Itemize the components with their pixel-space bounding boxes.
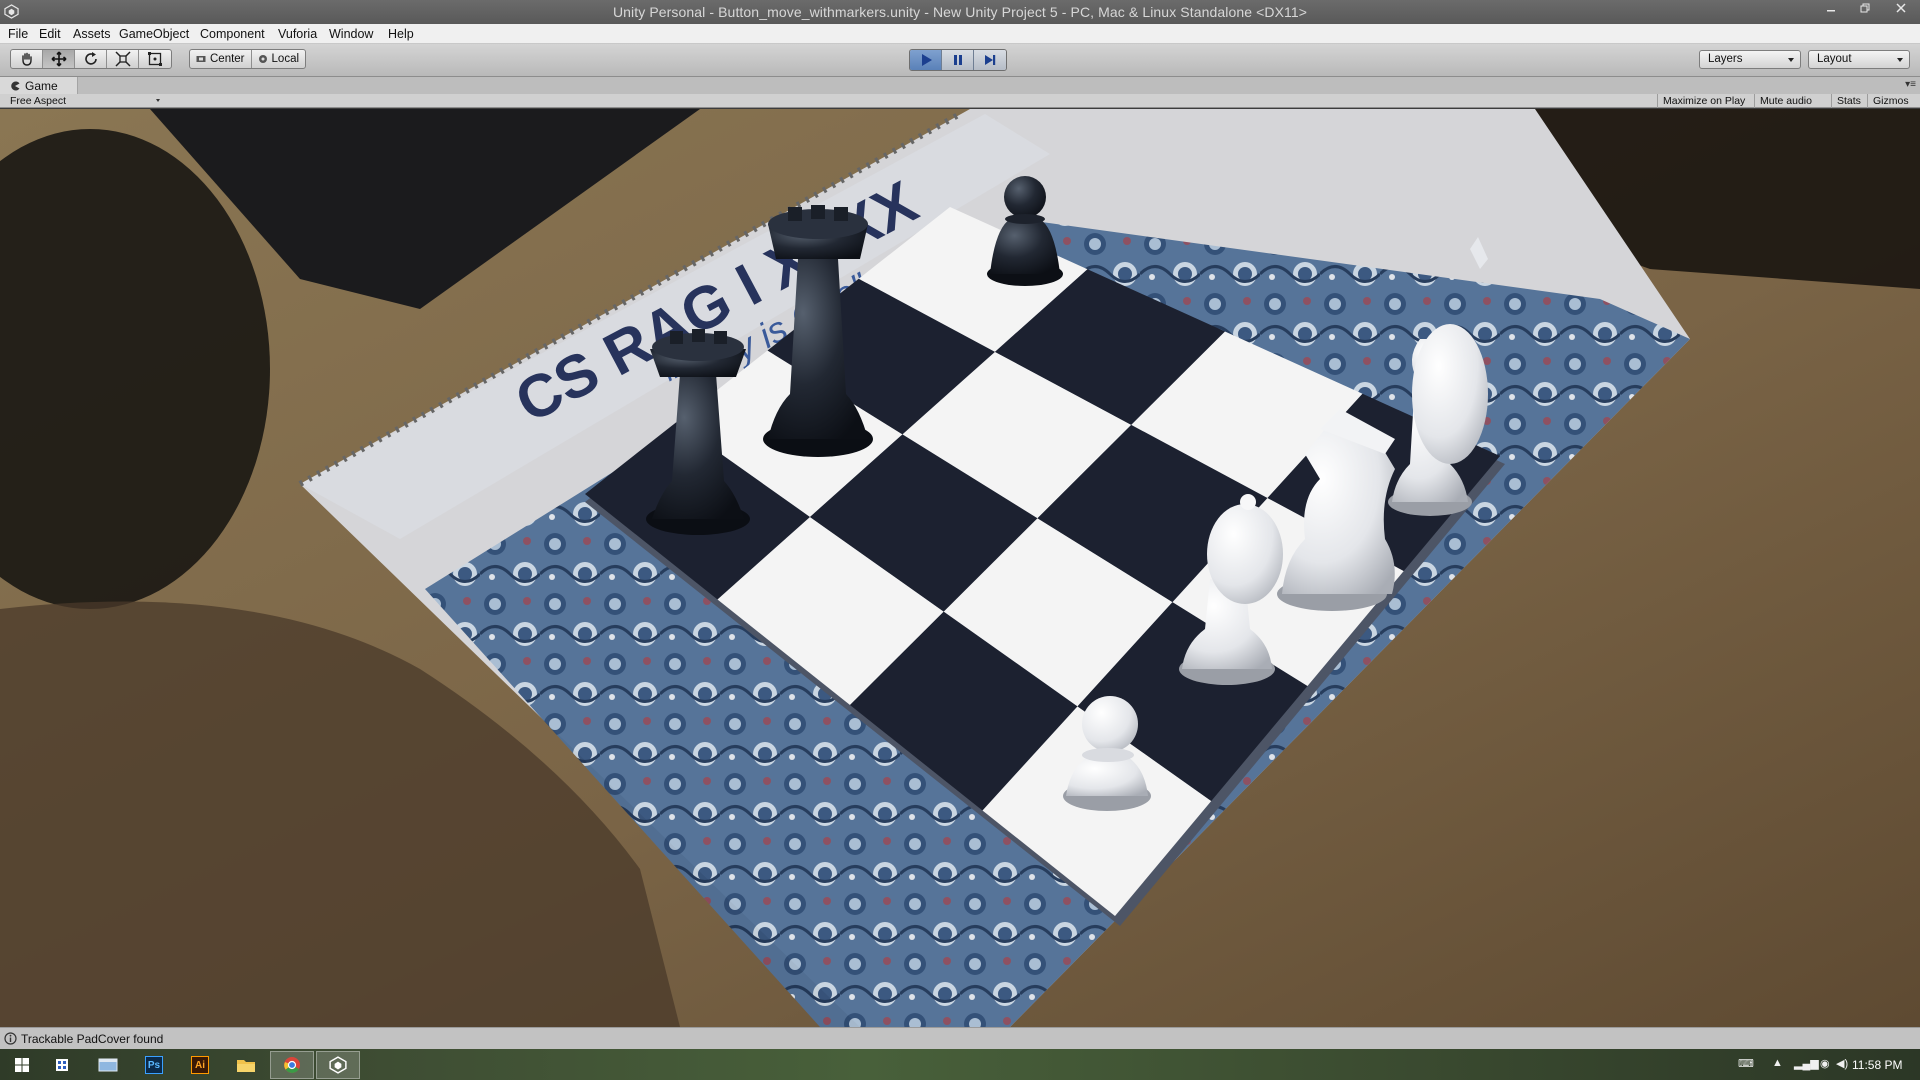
restore-button[interactable] <box>1848 0 1882 22</box>
pivot-center-button[interactable]: Center <box>190 50 252 68</box>
restore-icon <box>1860 3 1870 13</box>
taskbar-explorer-window[interactable] <box>86 1051 130 1079</box>
menu-help[interactable]: Help <box>388 27 414 41</box>
layout-dropdown[interactable]: Layout <box>1808 50 1910 69</box>
start-button[interactable] <box>0 1051 44 1079</box>
pivot-center-icon <box>196 56 206 62</box>
keyboard-icon[interactable]: ⌨ <box>1738 1057 1754 1070</box>
start-icon <box>15 1058 29 1072</box>
pivot-toggle-group: Center Local <box>189 49 307 69</box>
file-explorer-icon <box>237 1060 255 1072</box>
maximize-on-play-toggle[interactable]: Maximize on Play <box>1657 94 1750 108</box>
play-icon <box>921 54 932 66</box>
unity-icon <box>329 1056 347 1074</box>
panel-menu-icon[interactable]: ▾≡ <box>1905 79 1916 90</box>
windows-taskbar: Ps Ai ⌨ ▲ ▂▄▆ ◉ ◀) 11:58 PM <box>0 1049 1920 1080</box>
gizmos-label: Gizmos <box>1873 95 1909 107</box>
layers-dropdown[interactable]: Layers <box>1699 50 1801 69</box>
game-pacman-icon <box>11 81 20 90</box>
console-message[interactable]: Trackable PadCover found <box>21 1032 163 1046</box>
transform-tools <box>10 49 172 69</box>
store-icon <box>56 1059 68 1071</box>
status-bar: Trackable PadCover found <box>0 1027 1920 1049</box>
taskbar-clock[interactable]: 11:58 PM <box>1852 1058 1902 1072</box>
step-icon <box>985 55 996 65</box>
pause-button[interactable] <box>942 50 974 70</box>
chevron-down-icon <box>1897 58 1903 62</box>
title-bar: Unity Personal - Button_move_withmarkers… <box>0 0 1920 24</box>
tab-game[interactable]: Game <box>0 77 78 94</box>
photoshop-label: Ps <box>147 1059 161 1071</box>
aspect-label: Free Aspect <box>10 95 67 107</box>
gizmos-dropdown[interactable]: Gizmos ▾ <box>1867 94 1920 118</box>
taskbar-store[interactable] <box>40 1051 84 1079</box>
illustrator-label: Ai <box>195 1059 205 1071</box>
menu-file[interactable]: File <box>8 27 28 41</box>
step-button[interactable] <box>974 50 1006 70</box>
aspect-dropdown[interactable]: Free Aspect <box>10 95 165 107</box>
steam-icon[interactable]: ◉ <box>1820 1057 1830 1070</box>
stats-toggle[interactable]: Stats <box>1831 94 1866 108</box>
close-icon <box>1896 3 1906 13</box>
rect-tool-icon <box>148 52 162 66</box>
mute-audio-toggle[interactable]: Mute audio <box>1754 94 1817 108</box>
tab-game-label: Game <box>25 78 58 93</box>
local-rotation-icon <box>258 55 267 63</box>
menu-vuforia[interactable]: Vuforia <box>278 27 317 41</box>
game-view[interactable]: CS RAG I XXXX "Unity is One" <box>0 109 1920 1027</box>
pivot-rotation-button[interactable]: Local <box>252 50 305 68</box>
hand-tool-icon <box>21 52 32 66</box>
pivot-center-label: Center <box>210 53 245 65</box>
photoshop-icon: Ps <box>145 1056 163 1074</box>
menu-window[interactable]: Window <box>329 27 373 41</box>
volume-icon[interactable]: ◀) <box>1836 1057 1848 1070</box>
menu-edit[interactable]: Edit <box>39 27 61 41</box>
network-icon[interactable]: ▂▄▆ <box>1794 1057 1819 1070</box>
show-hidden-icons-icon[interactable]: ▲ <box>1772 1057 1783 1069</box>
chevron-down-icon <box>1788 58 1794 62</box>
taskbar-unity[interactable] <box>316 1051 360 1079</box>
window-title: Unity Personal - Button_move_withmarkers… <box>612 4 1308 20</box>
layers-label: Layers <box>1708 53 1743 65</box>
ar-camera-scene: CS RAG I XXXX "Unity is One" <box>0 109 1920 1027</box>
chevron-down-icon <box>156 99 160 102</box>
move-tool-button[interactable] <box>43 50 75 68</box>
scale-tool-button[interactable] <box>107 50 139 68</box>
pivot-rotation-label: Local <box>271 53 300 65</box>
game-tab-bar: Game ▾≡ <box>0 77 1920 94</box>
layout-label: Layout <box>1817 53 1852 65</box>
play-button[interactable] <box>910 50 942 70</box>
hand-tool-button[interactable] <box>11 50 43 68</box>
menu-bar: File Edit Assets GameObject Component Vu… <box>0 24 1920 44</box>
menu-component[interactable]: Component <box>200 27 265 41</box>
scale-tool-icon <box>114 51 131 67</box>
pause-icon <box>953 55 962 65</box>
rect-tool-button[interactable] <box>139 50 171 68</box>
minimize-icon <box>1827 10 1835 12</box>
game-options-bar: Free Aspect Maximize on Play Mute audio … <box>0 94 1920 118</box>
menu-assets[interactable]: Assets <box>73 27 111 41</box>
info-icon <box>4 1032 17 1045</box>
menu-gameobject[interactable]: GameObject <box>119 27 189 41</box>
rotate-tool-button[interactable] <box>75 50 107 68</box>
taskbar-chrome[interactable] <box>270 1051 314 1079</box>
taskbar-file-explorer[interactable] <box>224 1051 268 1079</box>
taskbar-illustrator[interactable]: Ai <box>178 1051 222 1079</box>
move-tool-icon <box>51 51 66 67</box>
explorer-window-icon <box>98 1058 118 1072</box>
illustrator-icon: Ai <box>191 1056 209 1074</box>
main-toolbar: Center Local Layers Layout <box>0 44 1920 77</box>
close-button[interactable] <box>1882 0 1920 22</box>
taskbar-photoshop[interactable]: Ps <box>132 1051 176 1079</box>
rotate-tool-icon <box>84 52 97 65</box>
chrome-icon <box>284 1057 300 1073</box>
minimize-button[interactable] <box>1814 0 1848 22</box>
playback-controls <box>909 49 1007 71</box>
